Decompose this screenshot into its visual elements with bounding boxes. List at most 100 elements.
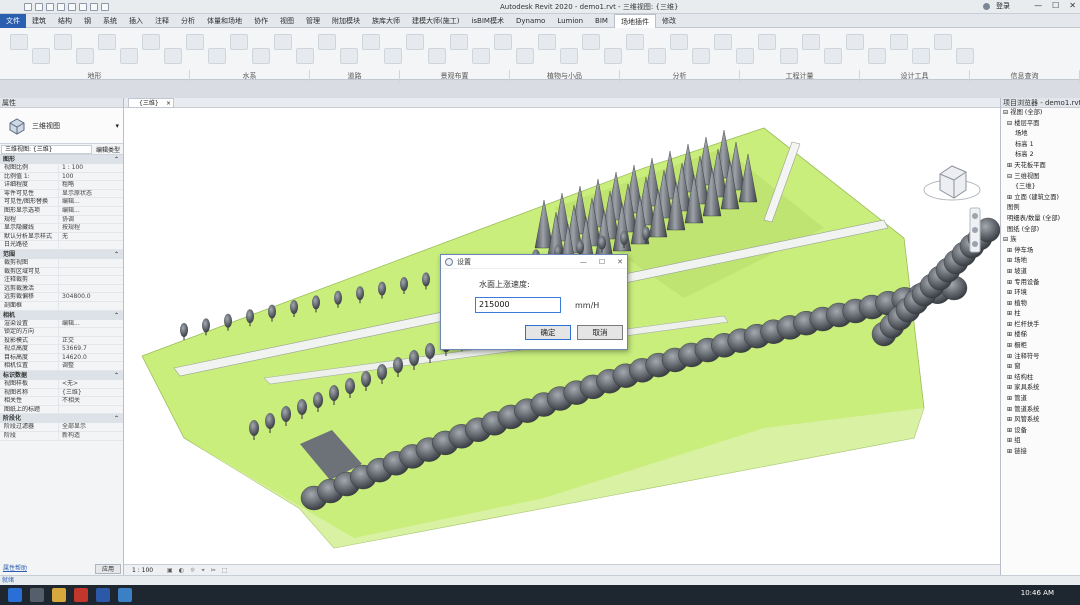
apply-button[interactable]: 应用 xyxy=(94,564,121,574)
collapse-icon[interactable]: ⌃ xyxy=(114,155,119,164)
ribbon-tool-button[interactable] xyxy=(494,34,512,50)
ribbon-tool-button[interactable] xyxy=(76,48,94,64)
property-value[interactable]: 14620.0 xyxy=(58,353,123,362)
quick-access-toolbar[interactable] xyxy=(0,2,109,11)
property-value[interactable]: 全部显示 xyxy=(58,423,123,432)
ribbon-tab-17[interactable]: Lumion xyxy=(551,14,589,28)
property-value[interactable]: {三维} xyxy=(58,388,123,397)
browser-tree-item[interactable]: ⊞ 窗 xyxy=(1003,362,1080,373)
property-section-header[interactable]: 阶段化 ⌃ xyxy=(0,414,123,424)
redo-icon[interactable] xyxy=(57,2,65,11)
property-value[interactable]: 53669.7 xyxy=(58,345,123,353)
property-value[interactable]: 不相关 xyxy=(58,397,123,405)
browser-tree-item[interactable]: ⊟ 视图 (全部) xyxy=(1003,108,1080,119)
browser-tree-item[interactable]: ⊟ 族 xyxy=(1003,235,1080,246)
property-value[interactable]: 1 : 100 xyxy=(58,164,123,172)
property-value[interactable] xyxy=(58,328,123,336)
browser-tree-item[interactable]: ⊞ 橱柜 xyxy=(1003,341,1080,352)
search-icon[interactable] xyxy=(30,588,44,602)
ribbon-tool-button[interactable] xyxy=(142,34,160,50)
browser-tree-item[interactable]: ⊞ 植物 xyxy=(1003,299,1080,310)
word-app-icon[interactable] xyxy=(96,588,110,602)
browser-tree-item[interactable]: ⊞ 结构柱 xyxy=(1003,373,1080,384)
ribbon-tool-button[interactable] xyxy=(32,48,50,64)
collapse-icon[interactable]: ⌃ xyxy=(114,371,119,380)
ribbon-tool-button[interactable] xyxy=(824,48,842,64)
ribbon-tab-12[interactable]: 附加模块 xyxy=(326,14,366,28)
user-icon[interactable] xyxy=(983,2,990,10)
property-value[interactable] xyxy=(58,276,123,284)
ribbon-tab-10[interactable]: 视图 xyxy=(274,14,300,28)
property-value[interactable]: 无 xyxy=(58,232,123,241)
sign-in-link[interactable]: 登录 xyxy=(996,1,1010,11)
property-value[interactable]: 按规程 xyxy=(58,224,123,232)
close-icon[interactable]: × xyxy=(166,99,171,108)
ribbon-tool-button[interactable] xyxy=(604,48,622,64)
minimize-button[interactable]: — xyxy=(1034,1,1042,10)
collapse-icon[interactable]: ⌃ xyxy=(114,250,119,259)
ribbon-tab-0[interactable]: 文件 xyxy=(0,13,26,28)
property-value[interactable] xyxy=(58,405,123,414)
ribbon-tool-button[interactable] xyxy=(450,34,468,50)
ribbon-tab-14[interactable]: 建模大师(施工) xyxy=(406,14,465,28)
property-value[interactable] xyxy=(58,258,123,267)
ribbon-tab-11[interactable]: 管理 xyxy=(300,14,326,28)
tab-3d-view[interactable]: {三维} × xyxy=(128,98,174,108)
browser-tree-item[interactable]: ⊞ 链接 xyxy=(1003,447,1080,458)
ribbon-tab-3[interactable]: 钢 xyxy=(78,14,97,28)
ribbon-tool-button[interactable] xyxy=(428,48,446,64)
ribbon-tool-button[interactable] xyxy=(912,48,930,64)
ribbon-tab-8[interactable]: 体量和场地 xyxy=(201,14,248,28)
browser-tree-item[interactable]: ⊞ 场地 xyxy=(1003,256,1080,267)
ribbon-tab-1[interactable]: 建筑 xyxy=(26,14,52,28)
measure-icon[interactable] xyxy=(79,2,87,11)
ribbon-tab-18[interactable]: BIM xyxy=(589,14,614,28)
property-value[interactable]: 100 xyxy=(58,172,123,181)
revit-app-icon[interactable] xyxy=(118,588,132,602)
browser-tree-item[interactable]: ⊟ 楼层平面 xyxy=(1003,119,1080,130)
property-value[interactable] xyxy=(58,267,123,276)
ribbon-tab-5[interactable]: 插入 xyxy=(123,14,149,28)
save-icon[interactable] xyxy=(35,2,43,11)
property-value[interactable]: 协调 xyxy=(58,215,123,224)
browser-tree-item[interactable]: ⊞ 楼梯 xyxy=(1003,330,1080,341)
dialog-close-button[interactable]: ✕ xyxy=(617,255,623,269)
ribbon-tool-button[interactable] xyxy=(230,34,248,50)
ribbon-tool-button[interactable] xyxy=(802,34,820,50)
ribbon-tab-2[interactable]: 结构 xyxy=(52,14,78,28)
browser-tree-item[interactable]: ⊞ 环境 xyxy=(1003,288,1080,299)
ribbon-tool-button[interactable] xyxy=(186,34,204,50)
browser-tree-item[interactable]: ⊞ 停车场 xyxy=(1003,246,1080,257)
browser-tree-item[interactable]: 明细表/数量 (全部) xyxy=(1003,214,1080,225)
undo-icon[interactable] xyxy=(46,2,54,11)
type-selector[interactable]: 三维视图 ▾ xyxy=(0,108,123,144)
ribbon-tool-button[interactable] xyxy=(626,34,644,50)
browser-tree-item[interactable]: ⊞ 专用设备 xyxy=(1003,278,1080,289)
ribbon-tool-button[interactable] xyxy=(956,48,974,64)
print-icon[interactable] xyxy=(68,2,76,11)
property-value[interactable]: 编辑... xyxy=(58,198,123,206)
ribbon-tool-button[interactable] xyxy=(890,34,908,50)
ribbon-tab-16[interactable]: Dynamo xyxy=(510,14,551,28)
browser-tree-item[interactable]: 图纸 (全部) xyxy=(1003,225,1080,236)
ribbon-tool-button[interactable] xyxy=(934,34,952,50)
ribbon-tool-button[interactable] xyxy=(252,48,270,64)
ribbon-tool-button[interactable] xyxy=(516,48,534,64)
view-controls-icons[interactable]: ▣◐☼⌖✂⬚ xyxy=(167,567,233,574)
browser-tree-item[interactable]: ⊞ 栏杆扶手 xyxy=(1003,320,1080,331)
view-instance-selector[interactable]: 三维视图: {三维} xyxy=(1,144,92,154)
ribbon-tool-button[interactable] xyxy=(846,34,864,50)
browser-tree-item[interactable]: 标高 2 xyxy=(1003,150,1080,161)
ribbon-tool-button[interactable] xyxy=(780,48,798,64)
browser-tree-item[interactable]: 图例 xyxy=(1003,203,1080,214)
ribbon-tool-button[interactable] xyxy=(318,34,336,50)
ribbon-tab-4[interactable]: 系统 xyxy=(97,14,123,28)
cancel-button[interactable]: 取消 xyxy=(577,325,623,340)
property-value[interactable]: 304800.0 xyxy=(58,293,123,301)
file-explorer-icon[interactable] xyxy=(52,588,66,602)
browser-tree-item[interactable]: ⊞ 坡道 xyxy=(1003,267,1080,278)
browser-tree-item[interactable]: {三维} xyxy=(1003,182,1080,193)
ribbon-tool-button[interactable] xyxy=(274,34,292,50)
open-icon[interactable] xyxy=(24,2,32,11)
view-scale[interactable]: 1 : 100 xyxy=(132,567,153,574)
